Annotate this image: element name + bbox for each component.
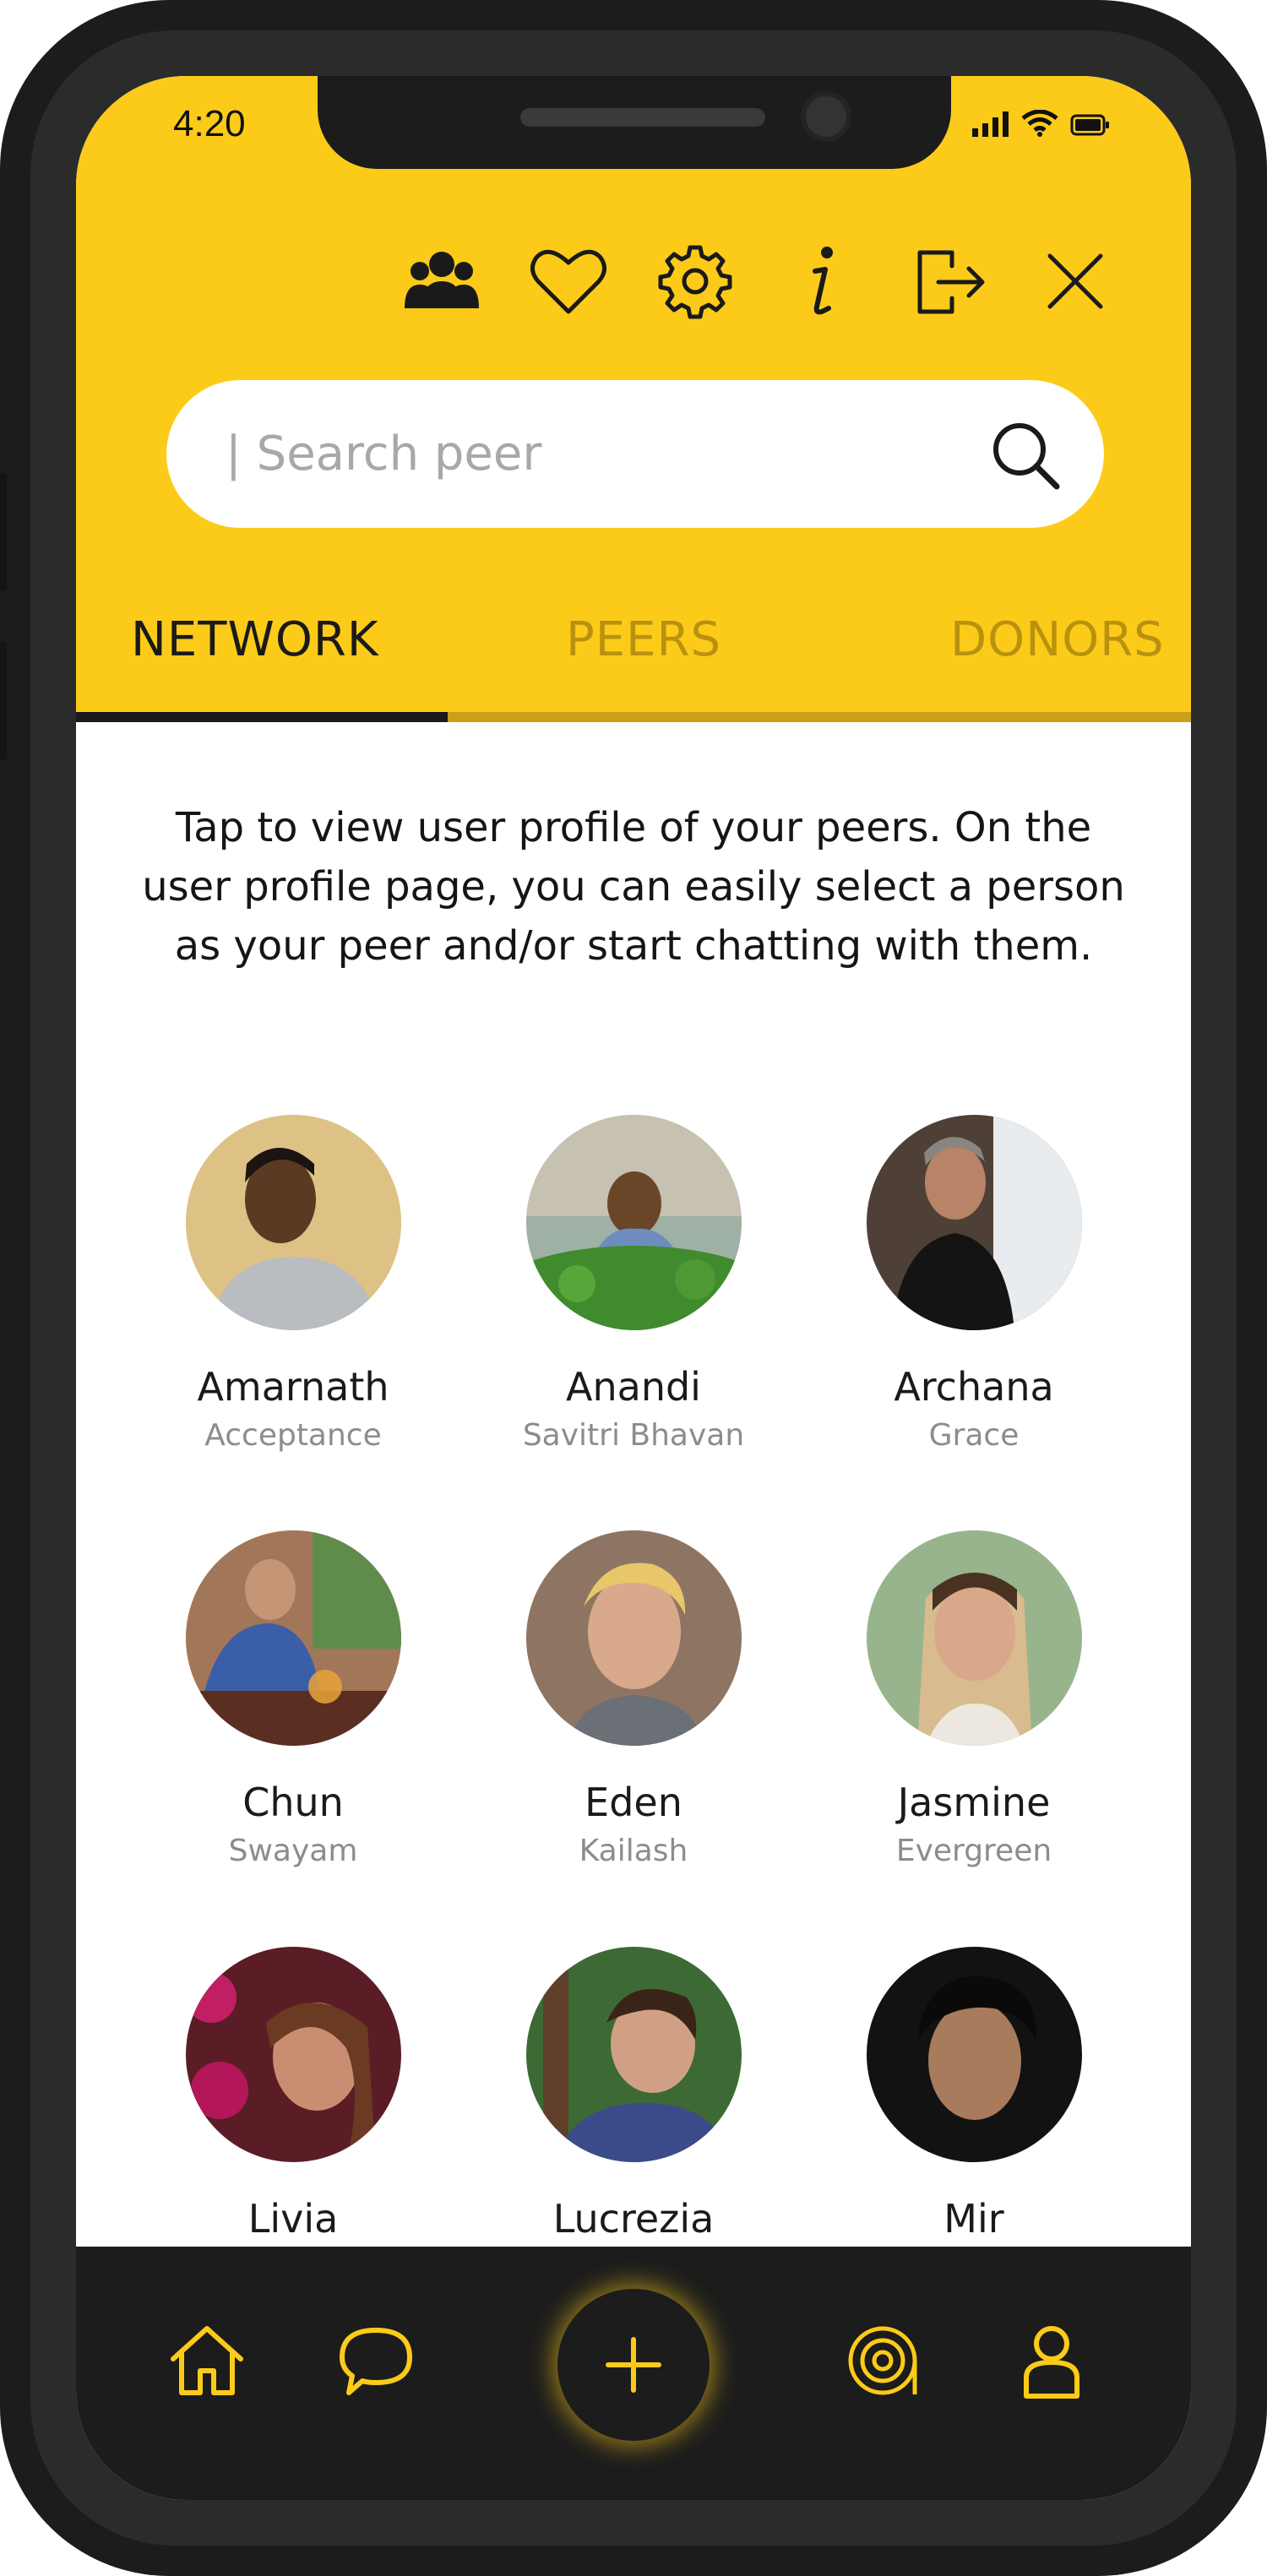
person-subtitle: Acceptance: [204, 1418, 382, 1453]
person-card[interactable]: Jasmine Evergreen: [813, 1530, 1134, 1868]
avatar: [185, 1115, 401, 1330]
signal-icon: [972, 111, 1009, 137]
person-card[interactable]: Amarnath Acceptance: [133, 1115, 454, 1453]
search-input[interactable]: [226, 418, 943, 490]
notch: [318, 76, 951, 169]
person-card[interactable]: Lucrezia: [473, 1947, 794, 2242]
profile-icon[interactable]: [1009, 2318, 1094, 2403]
logout-icon[interactable]: [908, 241, 989, 322]
close-icon[interactable]: [1035, 241, 1116, 322]
avatar-photo: [185, 1947, 401, 2162]
home-icon[interactable]: [165, 2318, 249, 2403]
avatar-photo: [185, 1115, 401, 1330]
avatar-photo: [525, 1947, 742, 2162]
person-name: Eden: [585, 1780, 682, 1825]
person-card[interactable]: Mir: [813, 1947, 1134, 2242]
intro-text: Tap to view user profile of your peers. …: [142, 804, 1125, 970]
avatar: [525, 1115, 742, 1330]
info-icon[interactable]: [781, 241, 862, 322]
status-time: 4:20: [173, 103, 246, 144]
avatar: [866, 1115, 1082, 1330]
avatar-photo: [866, 1115, 1082, 1330]
avatar: [866, 1947, 1082, 2162]
gear-icon[interactable]: [655, 241, 736, 322]
search-bar: [166, 380, 1104, 528]
person-subtitle: Kailash: [579, 1834, 688, 1868]
status-icons: [972, 110, 1111, 137]
bottom-nav: [76, 2247, 1191, 2500]
avatar-photo: [525, 1115, 742, 1330]
camera: [801, 91, 851, 142]
avatar: [866, 1530, 1082, 1746]
avatar-photo: [866, 1530, 1082, 1746]
person-name: Chun: [242, 1780, 344, 1825]
avatar: [185, 1947, 401, 2162]
phone-frame: 4:20 | Search peer NETWORK PEERS DONORS …: [0, 0, 1267, 2576]
screen: 4:20 | Search peer NETWORK PEERS DONORS …: [76, 76, 1191, 2500]
group-icon[interactable]: [401, 241, 482, 322]
speaker: [520, 108, 765, 127]
tab-peers[interactable]: PEERS: [566, 612, 721, 667]
tab-network[interactable]: NETWORK: [131, 612, 379, 667]
person-name: Lucrezia: [552, 2196, 715, 2242]
wifi-icon: [1021, 110, 1058, 137]
avatar: [525, 1947, 742, 2162]
avatar-photo: [185, 1530, 401, 1746]
person-subtitle: Savitri Bhavan: [522, 1418, 745, 1453]
search-icon[interactable]: [986, 416, 1066, 496]
target-icon[interactable]: [840, 2318, 925, 2403]
chat-icon[interactable]: [334, 2318, 418, 2403]
person-subtitle: Grace: [928, 1418, 1020, 1453]
person-name: Livia: [247, 2196, 339, 2242]
person-name: Mir: [943, 2196, 1004, 2242]
person-name: Amarnath: [197, 1364, 389, 1410]
person-subtitle: Swayam: [228, 1834, 358, 1868]
person-card[interactable]: Eden Kailash: [473, 1530, 794, 1868]
person-card[interactable]: Livia: [133, 1947, 454, 2242]
side-button: [0, 473, 7, 591]
tab-donors[interactable]: DONORS: [950, 612, 1165, 667]
person-name: Archana: [894, 1364, 1054, 1410]
side-button: [0, 642, 7, 760]
person-name: Jasmine: [897, 1780, 1051, 1825]
person-card[interactable]: Anandi Savitri Bhavan: [473, 1115, 794, 1453]
person-name: Anandi: [566, 1364, 701, 1410]
person-card[interactable]: Archana Grace: [813, 1115, 1134, 1453]
avatar-photo: [866, 1947, 1082, 2162]
avatar: [185, 1530, 401, 1746]
battery-icon: [1070, 114, 1109, 136]
add-button[interactable]: [557, 2289, 710, 2441]
person-subtitle: Evergreen: [895, 1834, 1052, 1868]
plus-icon: [606, 2337, 661, 2393]
avatar-photo: [525, 1530, 742, 1746]
avatar: [525, 1530, 742, 1746]
header: 4:20 | Search peer NETWORK PEERS DONORS: [76, 76, 1191, 722]
person-card[interactable]: Chun Swayam: [133, 1530, 454, 1868]
tab-indicator-active: [76, 712, 448, 722]
heart-icon[interactable]: [528, 241, 609, 322]
